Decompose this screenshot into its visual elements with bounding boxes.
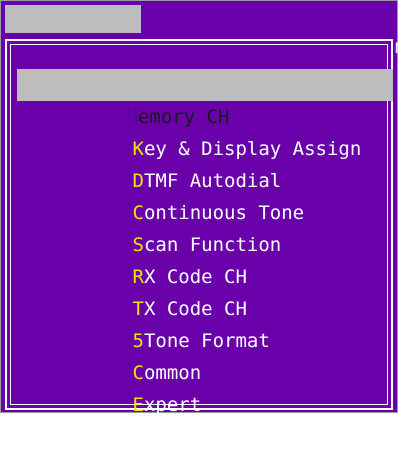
- menu-item-5tone-format[interactable]: 5Tone Format: [23, 293, 393, 352]
- menu-item-scan-function[interactable]: Scan Function: [23, 197, 393, 256]
- menu-item-dtmf-autodial[interactable]: DTMF Autodial: [23, 133, 393, 192]
- menu-item-tx-code-ch[interactable]: TX Code CH: [23, 261, 393, 320]
- menu-item-memory-ch[interactable]: Memory CH: [17, 69, 393, 128]
- radio-programming-window: Screen Clone Print Memory CH Key & Displ…: [0, 0, 398, 416]
- menu-item-continuous-tone[interactable]: Continuous Tone: [23, 165, 393, 224]
- screen-dropdown-menu: Memory CH Key & Display Assign DTMF Auto…: [5, 39, 393, 416]
- menu-screen[interactable]: Screen: [5, 5, 150, 58]
- menu-item-key-display-assign[interactable]: Key & Display Assign: [23, 101, 393, 160]
- menu-bar: Screen Clone Print: [1, 1, 398, 58]
- menu-item-expert[interactable]: Expert: [23, 357, 393, 416]
- menu-item-rx-code-ch[interactable]: RX Code CH: [23, 229, 393, 288]
- menu-item-common[interactable]: Common: [23, 325, 393, 384]
- menu-list: Memory CH Key & Display Assign DTMF Auto…: [17, 69, 393, 416]
- menu-print[interactable]: Print: [283, 5, 398, 58]
- menu-clone[interactable]: Clone: [155, 5, 289, 58]
